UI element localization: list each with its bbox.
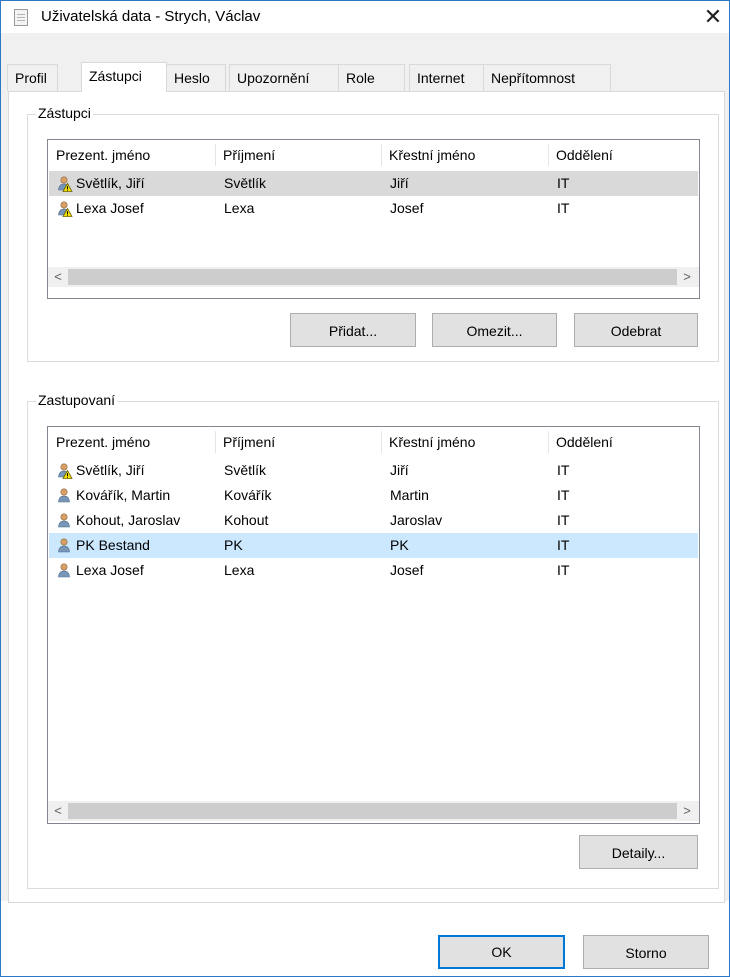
cell-first-name: Jiří — [390, 175, 409, 191]
user-icon — [57, 487, 73, 504]
cell-first-name: Martin — [390, 487, 429, 503]
restrict-button[interactable]: Omezit... — [432, 313, 557, 347]
scroll-thumb[interactable] — [68, 803, 677, 819]
user-warning-icon — [57, 462, 73, 479]
zastupci-horizontal-scrollbar[interactable]: < > — [48, 267, 699, 287]
cell-display-name: Lexa Josef — [76, 562, 144, 578]
dialog-window: Uživatelská data - Strych, Václav ✕ Prof… — [0, 0, 730, 977]
tab-upozorneni[interactable]: Upozornění — [229, 64, 341, 91]
cell-first-name: PK — [390, 537, 409, 553]
user-warning-icon — [57, 175, 73, 192]
column-header-display-name[interactable]: Prezent. jméno — [48, 427, 215, 457]
cell-display-name: Světlík, Jiří — [76, 175, 145, 191]
cell-department: IT — [557, 562, 570, 578]
cell-department: IT — [557, 175, 570, 191]
cell-surname: Lexa — [224, 562, 255, 578]
user-warning-icon — [57, 200, 73, 217]
details-button[interactable]: Detaily... — [579, 835, 698, 869]
scroll-thumb[interactable] — [68, 269, 677, 285]
group-zastupci: Zástupci Prezent. jméno Příjmení Křestní… — [27, 105, 719, 362]
tab-role[interactable]: Role — [338, 64, 405, 91]
cell-surname: Světlík — [224, 175, 267, 191]
cell-display-name: Lexa Josef — [76, 200, 144, 216]
column-header-surname[interactable]: Příjmení — [215, 140, 381, 170]
tab-heslo[interactable]: Heslo — [166, 64, 226, 91]
add-button[interactable]: Přidat... — [290, 313, 416, 347]
cell-department: IT — [557, 537, 570, 553]
cell-first-name: Josef — [390, 562, 424, 578]
cell-display-name: PK Bestand — [76, 537, 150, 553]
window-title: Uživatelská data - Strych, Václav — [41, 8, 261, 25]
close-button[interactable]: ✕ — [697, 3, 729, 31]
document-icon — [14, 9, 28, 26]
cancel-button[interactable]: Storno — [583, 935, 709, 969]
zastupovani-list[interactable]: Prezent. jméno Příjmení Křestní jméno Od… — [47, 426, 700, 824]
cell-surname: PK — [224, 537, 243, 553]
title-bar: Uživatelská data - Strych, Václav ✕ — [1, 1, 729, 33]
cell-surname: Kohout — [224, 512, 269, 528]
scroll-right-arrow[interactable]: > — [677, 267, 697, 287]
group-zastupovani: Zastupovaní Prezent. jméno Příjmení Křes… — [27, 392, 719, 889]
column-header-department[interactable]: Oddělení — [548, 427, 698, 457]
scroll-left-arrow[interactable]: < — [48, 801, 68, 821]
user-icon — [57, 537, 73, 554]
column-header-display-name[interactable]: Prezent. jméno — [48, 140, 215, 170]
cell-department: IT — [557, 512, 570, 528]
list-item[interactable]: Lexa Josef Lexa Josef IT — [49, 196, 698, 221]
group-zastupovani-legend: Zastupovaní — [36, 392, 118, 408]
tab-internet[interactable]: Internet — [409, 64, 493, 91]
tab-nepritomnost[interactable]: Nepřítomnost — [483, 64, 611, 91]
scroll-left-arrow[interactable]: < — [48, 267, 68, 287]
cell-first-name: Jaroslav — [390, 512, 443, 528]
zastupci-list[interactable]: Prezent. jméno Příjmení Křestní jméno Od… — [47, 139, 700, 299]
tab-panel-zastupci: Zástupci Prezent. jméno Příjmení Křestní… — [8, 91, 725, 903]
zastupci-list-header: Prezent. jméno Příjmení Křestní jméno Od… — [48, 140, 699, 170]
zastupovani-horizontal-scrollbar[interactable]: < > — [48, 801, 699, 821]
user-icon — [57, 512, 73, 529]
cell-department: IT — [557, 487, 570, 503]
column-header-department[interactable]: Oddělení — [548, 140, 698, 170]
cell-department: IT — [557, 462, 570, 478]
zastupovani-list-header: Prezent. jméno Příjmení Křestní jméno Od… — [48, 427, 699, 457]
cell-display-name: Kohout, Jaroslav — [76, 512, 181, 528]
remove-button[interactable]: Odebrat — [574, 313, 698, 347]
list-item[interactable]: Světlík, Jiří Světlík Jiří IT — [49, 458, 698, 483]
tab-profil[interactable]: Profil — [7, 64, 58, 91]
column-header-surname[interactable]: Příjmení — [215, 427, 381, 457]
list-item[interactable]: Kohout, Jaroslav Kohout Jaroslav IT — [49, 508, 698, 533]
cell-surname: Světlík — [224, 462, 267, 478]
list-item[interactable]: PK Bestand PK PK IT — [49, 533, 698, 558]
ok-button[interactable]: OK — [438, 935, 565, 969]
column-header-first-name[interactable]: Křestní jméno — [381, 427, 548, 457]
group-zastupci-legend: Zástupci — [36, 105, 93, 121]
cell-surname: Lexa — [224, 200, 255, 216]
list-item[interactable]: Světlík, Jiří Světlík Jiří IT — [49, 171, 698, 196]
column-header-first-name[interactable]: Křestní jméno — [381, 140, 548, 170]
list-item[interactable]: Lexa Josef Lexa Josef IT — [49, 558, 698, 583]
cell-department: IT — [557, 200, 570, 216]
cell-surname: Kovářík — [224, 487, 272, 503]
user-icon — [57, 562, 73, 579]
cell-display-name: Kovářík, Martin — [76, 487, 171, 503]
cell-first-name: Jiří — [390, 462, 409, 478]
tab-zastupci[interactable]: Zástupci — [81, 62, 167, 92]
cell-display-name: Světlík, Jiří — [76, 462, 145, 478]
cell-first-name: Josef — [390, 200, 424, 216]
scroll-right-arrow[interactable]: > — [677, 801, 697, 821]
list-item[interactable]: Kovářík, Martin Kovářík Martin IT — [49, 483, 698, 508]
